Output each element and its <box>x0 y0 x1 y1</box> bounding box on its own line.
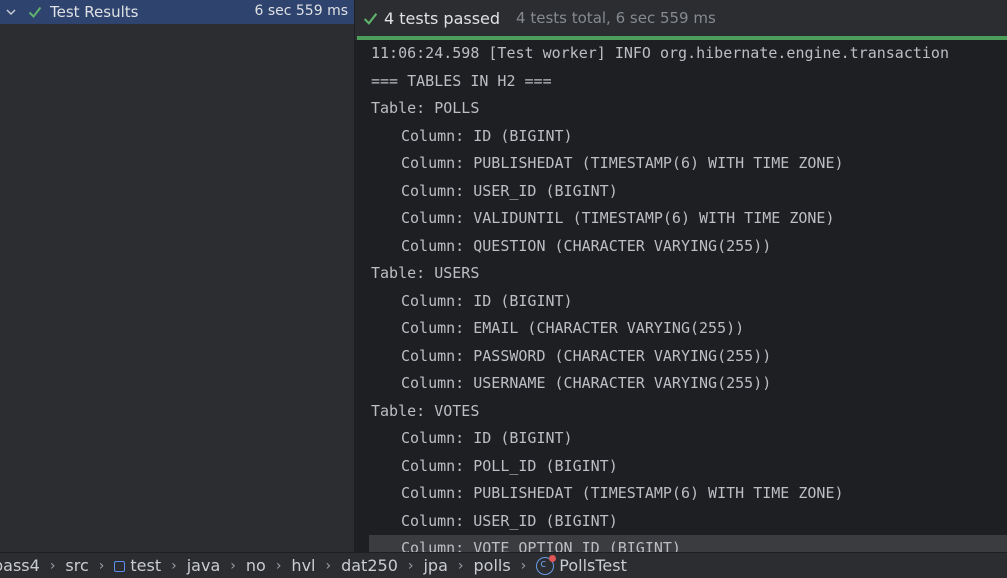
tests-passed-text: 4 tests passed <box>384 8 501 28</box>
console-line: Column: ID (BIGINT) <box>401 429 573 447</box>
check-icon <box>363 12 378 25</box>
chevron-right-icon: › <box>230 557 236 574</box>
chevron-right-icon: › <box>325 557 332 574</box>
console-line: Table: VOTES <box>371 401 480 420</box>
test-folder-icon <box>114 561 126 572</box>
console-line: Column: PUBLISHEDAT (TIMESTAMP(6) WITH T… <box>401 484 844 502</box>
chevron-down-icon[interactable] <box>6 7 16 17</box>
console-line: Column: USER_ID (BIGINT) <box>401 181 618 200</box>
java-class-icon: c <box>536 555 557 575</box>
breadcrumb-label: pass4 <box>0 556 40 575</box>
breadcrumb-label: no <box>245 556 266 575</box>
test-tree-panel: Test Results 6 sec 559 ms <box>0 0 354 552</box>
console-line: Table: POLLS <box>371 99 480 117</box>
console-line: Column: USERNAME (CHARACTER VARYING(255)… <box>401 374 772 392</box>
breadcrumb-item[interactable]: hvl <box>291 556 315 575</box>
breadcrumb-item[interactable]: c PollsTest <box>536 555 627 575</box>
console-line: Column: ID (BIGINT) <box>401 126 573 145</box>
breadcrumb-item[interactable]: jpa <box>423 556 447 575</box>
console-line: Column: USER_ID (BIGINT) <box>401 511 618 530</box>
breadcrumb-label: src <box>65 556 89 575</box>
breadcrumb-label: dat250 <box>341 556 398 575</box>
test-results-node[interactable]: Test Results 6 sec 559 ms <box>0 0 354 24</box>
breadcrumb-label: polls <box>473 556 511 575</box>
breadcrumb-label: hvl <box>291 556 316 575</box>
console-line: Table: USERS <box>371 264 480 282</box>
breadcrumb-item[interactable]: no <box>246 556 266 575</box>
breadcrumb-item[interactable]: src <box>65 556 88 575</box>
chevron-right-icon: › <box>49 557 56 574</box>
check-icon <box>28 6 42 19</box>
breadcrumb-item[interactable]: pass4 <box>0 556 40 575</box>
chevron-right-icon: › <box>407 557 414 574</box>
console-lines: 11:06:24.598 [Test worker] INFO org.hibe… <box>369 40 1007 552</box>
test-output-panel: 4 tests passed 4 tests total, 6 sec 559 … <box>355 0 1007 552</box>
console-line: Column: QUESTION (CHARACTER VARYING(255)… <box>401 236 772 255</box>
test-status-bar: 4 tests passed 4 tests total, 6 sec 559 … <box>355 0 1007 36</box>
console-line: Column: VOTE_OPTION_ID (BIGINT) <box>369 535 1007 552</box>
console-line: Column: PUBLISHEDAT (TIMESTAMP(6) WITH T… <box>401 154 844 172</box>
console-line: Column: ID (BIGINT) <box>401 291 573 310</box>
breadcrumb: pass4 › src › test › java › no › hvl › dat250 › jpa › po… <box>0 552 1007 578</box>
console-line: Column: EMAIL (CHARACTER VARYING(255)) <box>401 319 745 337</box>
breadcrumb-item[interactable]: dat250 <box>341 556 398 575</box>
breadcrumb-label: test <box>130 556 162 575</box>
breadcrumb-label: PollsTest <box>559 556 627 575</box>
tests-total-text: 4 tests total, 6 sec 559 ms <box>516 9 716 27</box>
breadcrumb-label: jpa <box>423 556 448 575</box>
console-line: Column: VALIDUNTIL (TIMESTAMP(6) WITH TI… <box>401 209 835 227</box>
breadcrumb-item[interactable]: java <box>187 556 221 575</box>
chevron-right-icon: › <box>171 557 177 574</box>
chevron-right-icon: › <box>457 557 464 574</box>
console-line: === TABLES IN H2 === <box>371 71 552 90</box>
breadcrumb-item[interactable]: polls <box>474 556 511 575</box>
chevron-right-icon: › <box>98 557 105 574</box>
console-line: 11:06:24.598 [Test worker] INFO org.hibe… <box>371 44 949 62</box>
console-output[interactable]: 11:06:24.598 [Test worker] INFO org.hibe… <box>355 40 1007 552</box>
breadcrumb-item[interactable]: test <box>114 556 161 575</box>
console-line: Column: PASSWORD (CHARACTER VARYING(255)… <box>401 346 772 365</box>
breadcrumb-label: java <box>186 556 221 575</box>
test-results-label: Test Results <box>50 3 139 21</box>
console-line: Column: POLL_ID (BIGINT) <box>401 456 618 475</box>
chevron-right-icon: › <box>275 557 282 574</box>
chevron-right-icon: › <box>520 557 527 574</box>
test-results-duration: 6 sec 559 ms <box>254 3 348 19</box>
